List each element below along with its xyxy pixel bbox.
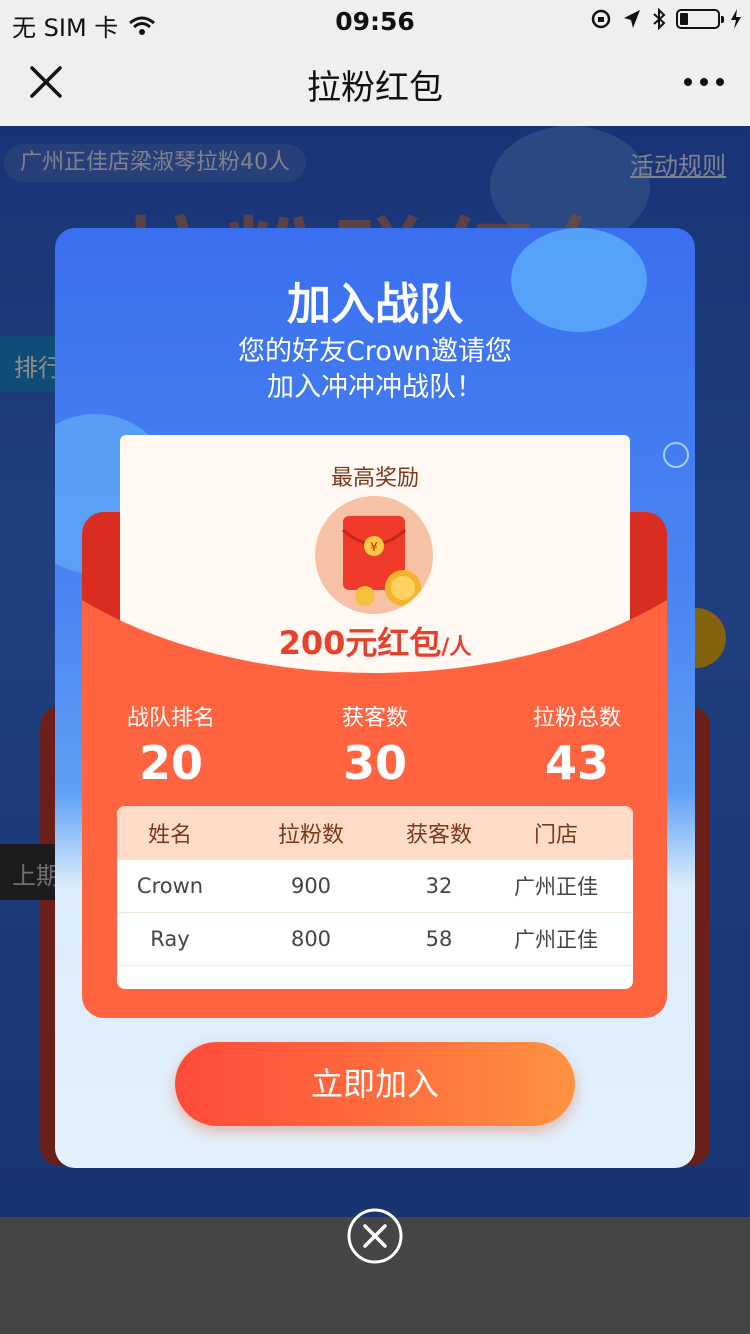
close-icon[interactable] — [347, 1208, 403, 1264]
svg-text:¥: ¥ — [370, 540, 378, 554]
stat-label: 战队排名 — [126, 706, 215, 731]
table-row: Ray 800 58 广州正佳 — [117, 913, 633, 966]
join-team-modal: 加入战队 您的好友Crown邀请您 加入冲冲冲战队！ 最高奖励 ¥ 200元红包… — [55, 228, 695, 1168]
subtitle-line: 您的好友Crown邀请您 — [237, 336, 513, 367]
cell-customers: 58 — [425, 927, 453, 951]
table-row: Crown 900 32 广州正佳 — [117, 860, 633, 913]
column-header: 获客数 — [405, 823, 472, 848]
reward-label: 最高奖励 — [330, 466, 419, 491]
red-packet-icon: ¥ — [315, 496, 433, 614]
page-title: 拉粉红包 — [307, 68, 443, 108]
column-header: 门店 — [533, 823, 578, 848]
stat-value: 30 — [342, 736, 407, 790]
status-right — [590, 8, 742, 30]
stat-value: 43 — [544, 736, 609, 790]
reward-amount-value: 200元红包 — [278, 624, 442, 662]
stat-total-fans: 拉粉总数 43 — [487, 700, 667, 790]
battery-icon — [676, 9, 724, 29]
stat-value: 20 — [138, 736, 203, 790]
reward-amount: 200元红包/人 — [55, 618, 695, 664]
stat-team-rank: 战队排名 20 — [81, 700, 261, 790]
cell-fans: 900 — [290, 874, 332, 898]
rotation-lock-icon — [591, 9, 611, 29]
cell-fans: 800 — [290, 927, 332, 951]
reward-unit: /人 — [441, 635, 472, 660]
cell-store: 广州正佳 — [514, 928, 598, 952]
members-table: 姓名 拉粉数 获客数 门店 Crown 900 32 广州正佳 Ray 800 … — [117, 806, 633, 989]
column-header: 拉粉数 — [277, 823, 344, 848]
stat-label: 拉粉总数 — [532, 706, 621, 731]
charging-icon — [731, 9, 741, 29]
cell-store: 广州正佳 — [514, 875, 598, 899]
subtitle-line: 加入冲冲冲战队！ — [267, 372, 483, 403]
cell-customers: 32 — [425, 874, 453, 898]
modal-title: 加入战队 — [287, 279, 463, 330]
join-now-button[interactable]: 立即加入 — [175, 1042, 575, 1126]
cell-name: Crown — [136, 874, 204, 898]
bluetooth-icon — [653, 8, 666, 30]
location-icon — [624, 10, 640, 28]
modal-subtitle: 您的好友Crown邀请您 加入冲冲冲战队！ — [55, 334, 695, 406]
cell-name: Ray — [150, 927, 190, 951]
status-bar: 无 SIM 卡 09:56 — [0, 0, 750, 42]
nav-bar: 拉粉红包 — [0, 42, 750, 126]
stat-customers: 获客数 30 — [285, 700, 465, 790]
more-icon[interactable] — [684, 72, 728, 92]
table-header: 姓名 拉粉数 获客数 门店 — [117, 806, 633, 860]
column-header: 姓名 — [147, 823, 192, 848]
stat-label: 获客数 — [341, 706, 408, 731]
